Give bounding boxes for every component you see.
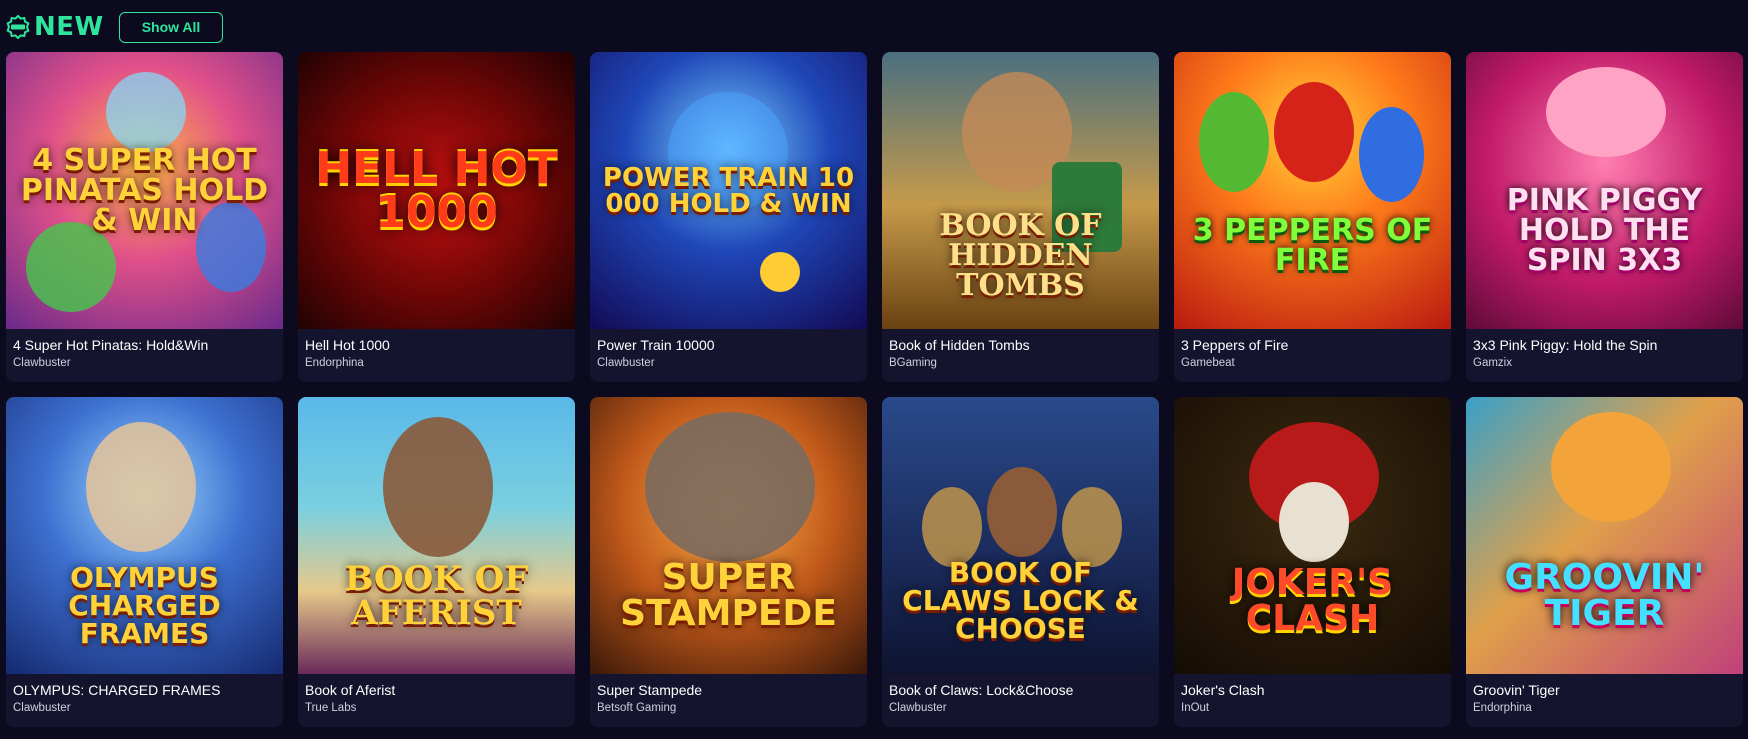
game-art-title: 3 PEPPERS OF FIRE: [1192, 212, 1433, 278]
game-art-title: BOOK OF CLAWS LOCK & CHOOSE: [902, 555, 1139, 645]
games-grid: 4 SUPER HOT PINATAS HOLD & WIN 4 Super H…: [6, 52, 1748, 727]
game-provider: Gamebeat: [1181, 357, 1235, 369]
game-card[interactable]: PINK PIGGY HOLD THE SPIN 3x3 3x3 Pink Pi…: [1466, 52, 1743, 382]
game-art-title: PINK PIGGY HOLD THE SPIN 3x3: [1506, 182, 1703, 278]
game-provider: Betsoft Gaming: [597, 702, 677, 714]
section-title: NEW: [34, 12, 104, 42]
game-thumbnail[interactable]: JOKER'S CLASH: [1174, 397, 1451, 674]
show-all-button[interactable]: Show All: [118, 11, 224, 43]
game-card[interactable]: 4 SUPER HOT PINATAS HOLD & WIN 4 Super H…: [6, 52, 283, 382]
game-card[interactable]: 3 PEPPERS OF FIRE 3 Peppers of Fire Game…: [1174, 52, 1451, 382]
game-provider: Endorphina: [305, 357, 364, 369]
section-header: NEW Show All: [6, 10, 224, 44]
game-art-title: POWER TRAIN 10 000 HOLD & WIN: [602, 162, 855, 219]
game-thumbnail[interactable]: BOOK OF AFERIST: [298, 397, 575, 674]
game-title: Power Train 10000: [597, 337, 715, 353]
game-title: Book of Hidden Tombs: [889, 337, 1030, 353]
game-provider: InOut: [1181, 702, 1210, 714]
game-thumbnail[interactable]: BOOK OF CLAWS LOCK & CHOOSE: [882, 397, 1159, 674]
game-title: Super Stampede: [597, 682, 703, 698]
game-art-title: BOOK OF HIDDEN TOMBS: [939, 207, 1102, 303]
game-card[interactable]: POWER TRAIN 10 000 HOLD & WIN Power Trai…: [590, 52, 867, 382]
game-card[interactable]: SUPER STAMPEDE Super Stampede Betsoft Ga…: [590, 397, 867, 727]
game-provider: Clawbuster: [597, 357, 655, 369]
game-provider: Clawbuster: [889, 702, 947, 714]
game-card[interactable]: BOOK OF CLAWS LOCK & CHOOSE Book of Claw…: [882, 397, 1159, 727]
game-provider: Endorphina: [1473, 702, 1532, 714]
game-title: 3x3 Pink Piggy: Hold the Spin: [1473, 337, 1658, 353]
game-title: Hell Hot 1000: [305, 337, 390, 353]
game-thumbnail[interactable]: SUPER STAMPEDE: [590, 397, 867, 674]
game-thumbnail[interactable]: POWER TRAIN 10 000 HOLD & WIN: [590, 52, 867, 329]
new-badge-icon: [6, 14, 30, 40]
game-thumbnail[interactable]: OLYMPUS CHARGED FRAMES: [6, 397, 283, 674]
game-provider: Clawbuster: [13, 357, 71, 369]
game-card[interactable]: GROOVIN' TIGER Groovin' Tiger Endorphina: [1466, 397, 1743, 727]
game-art-title: SUPER STAMPEDE: [620, 556, 837, 634]
game-title: 3 Peppers of Fire: [1181, 337, 1289, 353]
game-card[interactable]: OLYMPUS CHARGED FRAMES OLYMPUS: CHARGED …: [6, 397, 283, 727]
game-thumbnail[interactable]: PINK PIGGY HOLD THE SPIN 3x3: [1466, 52, 1743, 329]
game-card[interactable]: BOOK OF HIDDEN TOMBS Book of Hidden Tomb…: [882, 52, 1159, 382]
game-art-title: OLYMPUS CHARGED FRAMES: [68, 560, 221, 650]
game-thumbnail[interactable]: HELL HOT 1000: [298, 52, 575, 329]
game-art-title: HELL HOT 1000: [315, 142, 558, 238]
game-card[interactable]: BOOK OF AFERIST Book of Aferist True Lab…: [298, 397, 575, 727]
game-provider: Clawbuster: [13, 702, 71, 714]
game-card[interactable]: JOKER'S CLASH Joker's Clash InOut: [1174, 397, 1451, 727]
game-title: 4 Super Hot Pinatas: Hold&Win: [13, 337, 209, 353]
game-art-title: BOOK OF AFERIST: [344, 558, 529, 633]
game-thumbnail[interactable]: GROOVIN' TIGER: [1466, 397, 1743, 674]
game-provider: True Labs: [305, 702, 357, 714]
game-thumbnail[interactable]: 3 PEPPERS OF FIRE: [1174, 52, 1451, 329]
game-title: Book of Aferist: [305, 682, 396, 698]
game-card[interactable]: HELL HOT 1000 Hell Hot 1000 Endorphina: [298, 52, 575, 382]
game-provider: BGaming: [889, 357, 937, 369]
game-title: Book of Claws: Lock&Choose: [889, 682, 1074, 698]
game-art-title: GROOVIN' TIGER: [1504, 556, 1705, 634]
game-thumbnail[interactable]: 4 SUPER HOT PINATAS HOLD & WIN: [6, 52, 283, 329]
game-art-title: JOKER'S CLASH: [1231, 561, 1394, 639]
game-art-title: 4 SUPER HOT PINATAS HOLD & WIN: [20, 142, 269, 238]
game-title: Joker's Clash: [1181, 682, 1265, 698]
game-provider: Gamzix: [1473, 357, 1512, 369]
game-title: Groovin' Tiger: [1473, 682, 1560, 698]
game-title: OLYMPUS: CHARGED FRAMES: [13, 682, 221, 698]
game-thumbnail[interactable]: BOOK OF HIDDEN TOMBS: [882, 52, 1159, 329]
